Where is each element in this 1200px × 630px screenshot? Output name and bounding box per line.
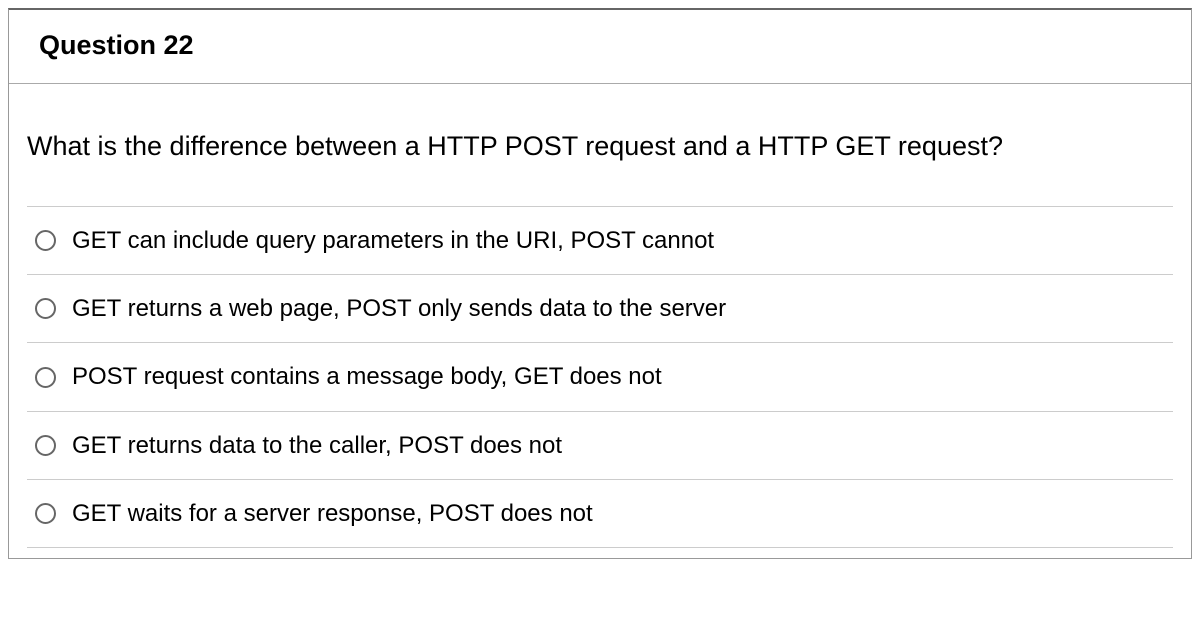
option-row[interactable]: POST request contains a message body, GE…	[27, 343, 1173, 411]
option-label: GET can include query parameters in the …	[72, 225, 714, 256]
option-label: GET waits for a server response, POST do…	[72, 498, 593, 529]
radio-icon[interactable]	[35, 435, 56, 456]
option-label: POST request contains a message body, GE…	[72, 361, 662, 392]
question-body: What is the difference between a HTTP PO…	[9, 84, 1191, 558]
radio-icon[interactable]	[35, 367, 56, 388]
option-row[interactable]: GET returns a web page, POST only sends …	[27, 275, 1173, 343]
option-row[interactable]: GET waits for a server response, POST do…	[27, 480, 1173, 548]
options-list: GET can include query parameters in the …	[27, 206, 1173, 548]
option-row[interactable]: GET can include query parameters in the …	[27, 207, 1173, 275]
radio-icon[interactable]	[35, 230, 56, 251]
option-row[interactable]: GET returns data to the caller, POST doe…	[27, 412, 1173, 480]
option-label: GET returns a web page, POST only sends …	[72, 293, 726, 324]
question-title: Question 22	[39, 30, 1161, 61]
question-prompt: What is the difference between a HTTP PO…	[27, 129, 1173, 164]
radio-icon[interactable]	[35, 503, 56, 524]
option-label: GET returns data to the caller, POST doe…	[72, 430, 562, 461]
question-card: Question 22 What is the difference betwe…	[8, 8, 1192, 559]
radio-icon[interactable]	[35, 298, 56, 319]
question-header: Question 22	[9, 10, 1191, 84]
